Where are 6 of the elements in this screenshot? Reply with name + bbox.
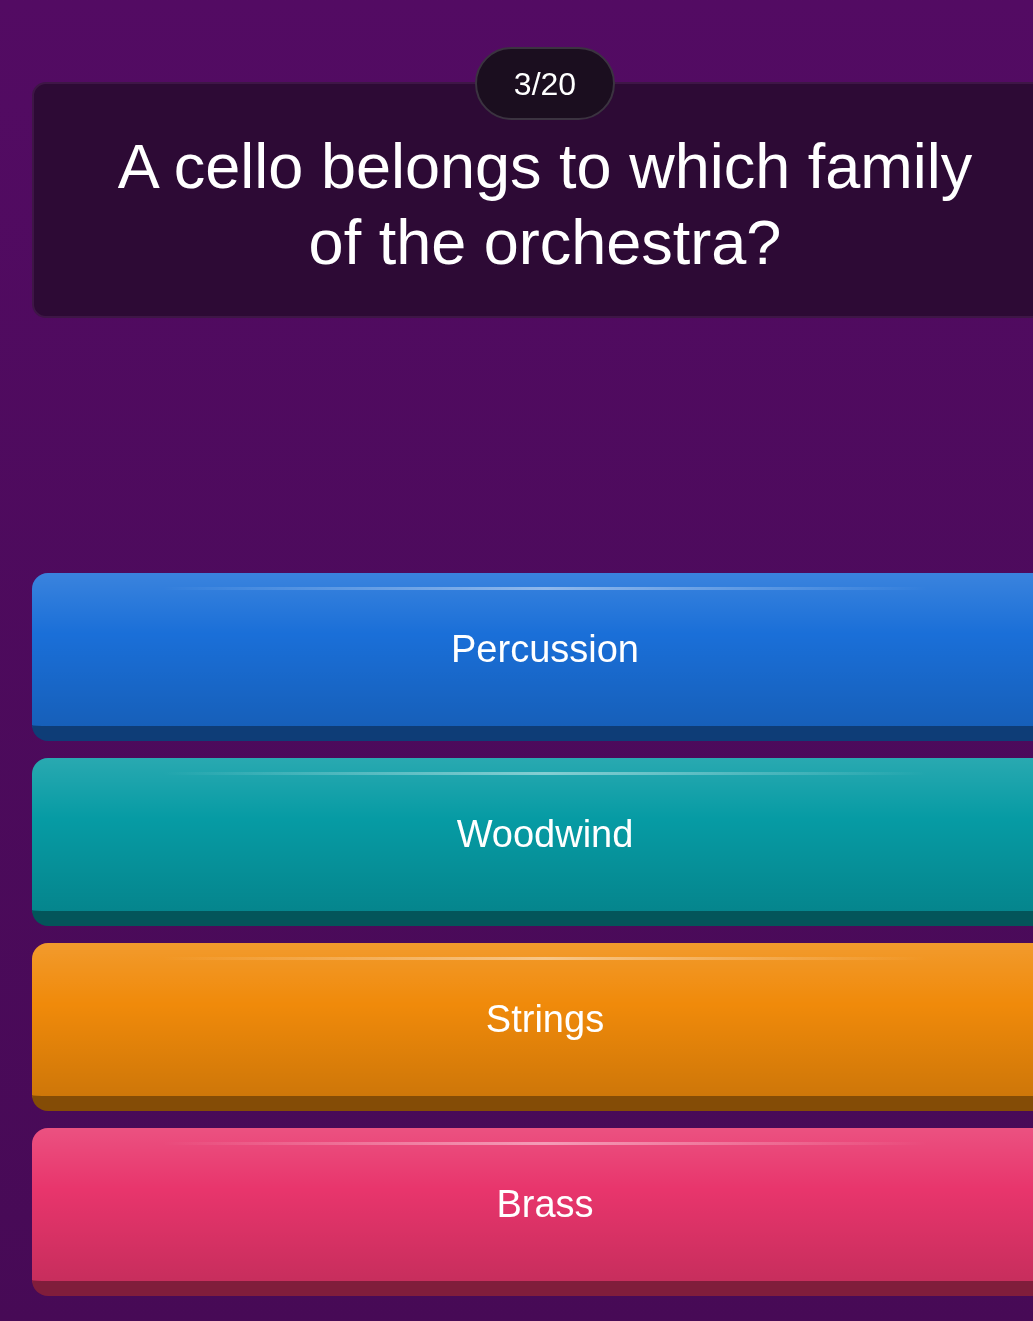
answer-button[interactable]: Brass: [32, 1128, 1033, 1296]
question-counter: 3/20: [475, 47, 615, 120]
question-text: A cello belongs to which family of the orchestra?: [116, 130, 974, 279]
answer-button[interactable]: Strings: [32, 943, 1033, 1111]
answer-button[interactable]: Woodwind: [32, 758, 1033, 926]
answer-button[interactable]: Percussion: [32, 573, 1033, 741]
